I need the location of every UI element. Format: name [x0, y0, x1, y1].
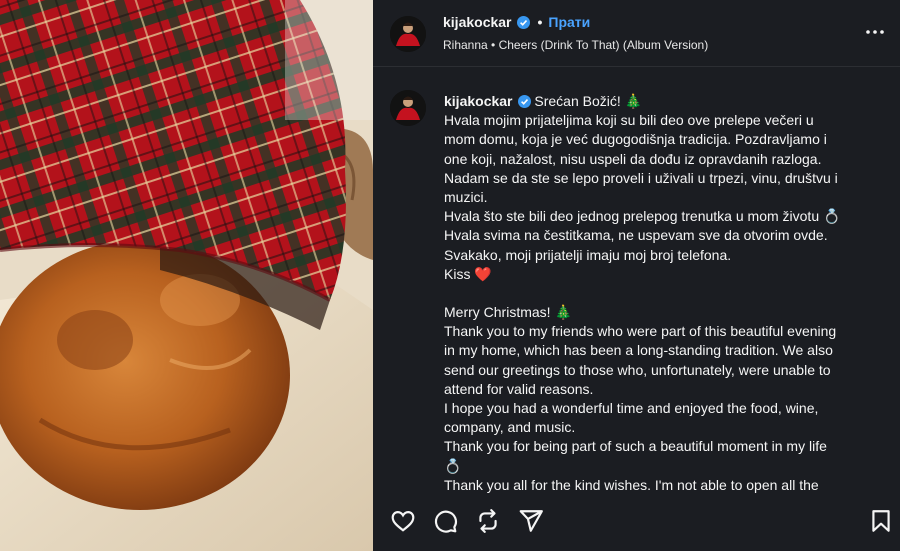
caption-line: Nadam se da ste se lepo proveli i užival… [444, 169, 838, 186]
caption-line: send our greetings to those who, unfortu… [444, 361, 831, 378]
post-image[interactable] [0, 0, 373, 551]
more-options-icon[interactable] [863, 20, 887, 44]
caption-line: Svakako, moji prijatelji imaju moj broj … [444, 246, 732, 263]
avatar[interactable] [390, 16, 426, 52]
caption-text: kijakockar Srećan Božić! 🎄 Hvala mojim p… [444, 92, 884, 494]
repost-icon[interactable] [475, 508, 501, 534]
caption-line: Hvala mojim prijateljima koji su bili de… [444, 112, 814, 129]
profile-picture [390, 90, 426, 126]
caption-line: Srećan Božić! 🎄 [534, 93, 643, 109]
verified-badge-icon [516, 16, 530, 29]
caption-line: Merry Christmas! 🎄 [444, 304, 572, 321]
verified-badge-icon [517, 94, 531, 108]
caption-line: Thank you for being part of such a beaut… [444, 438, 827, 455]
caption-line: in my home, which has been a long-standi… [444, 342, 833, 359]
caption-line: Hvala svima na čestitkama, ne uspevam sv… [444, 227, 828, 244]
caption-line: mom domu, koja je već dugogodišnja tradi… [444, 131, 827, 148]
post-header: kijakockar • Прати Rihanna • Cheers (Drink… [373, 0, 900, 67]
post-details-panel: kijakockar • Прати Rihanna • Cheers (Drink… [373, 0, 900, 551]
caption-line: Thank you all for the kind wishes. I'm n… [444, 476, 819, 493]
follow-button[interactable]: Прати [548, 14, 590, 30]
bookmark-icon[interactable] [868, 508, 894, 534]
caption-line: I hope you had a wonderful time and enjo… [444, 400, 819, 417]
caption-line: Kiss ❤️ [444, 265, 492, 282]
caption-line: company, and music. [444, 419, 576, 436]
caption-area: kijakockar Srećan Božić! 🎄 Hvala mojim p… [373, 76, 900, 494]
audio-track-link[interactable]: Rihanna • Cheers (Drink To That) (Album … [443, 38, 708, 52]
caption-line: muzici. [444, 189, 488, 206]
action-bar [373, 495, 900, 551]
heart-icon[interactable] [390, 508, 416, 534]
caption-line: Hvala što ste bili deo jednog prelepog t… [444, 208, 841, 225]
separator-dot: • [537, 14, 543, 30]
caption-avatar[interactable] [390, 90, 426, 126]
caption-line: attend for valid reasons. [444, 380, 594, 397]
roast-bread-photo [0, 0, 373, 551]
share-icon[interactable] [518, 508, 544, 534]
comment-icon[interactable] [432, 508, 458, 534]
caption-username[interactable]: kijakockar [444, 93, 513, 109]
header-username[interactable]: kijakockar [443, 14, 512, 30]
caption-line: one koji, nažalost, nisu uspeli da dođu … [444, 150, 822, 167]
caption-line: Thank you to my friends who were part of… [444, 323, 837, 340]
profile-picture [390, 16, 426, 52]
caption-line: 💍 [444, 457, 462, 474]
